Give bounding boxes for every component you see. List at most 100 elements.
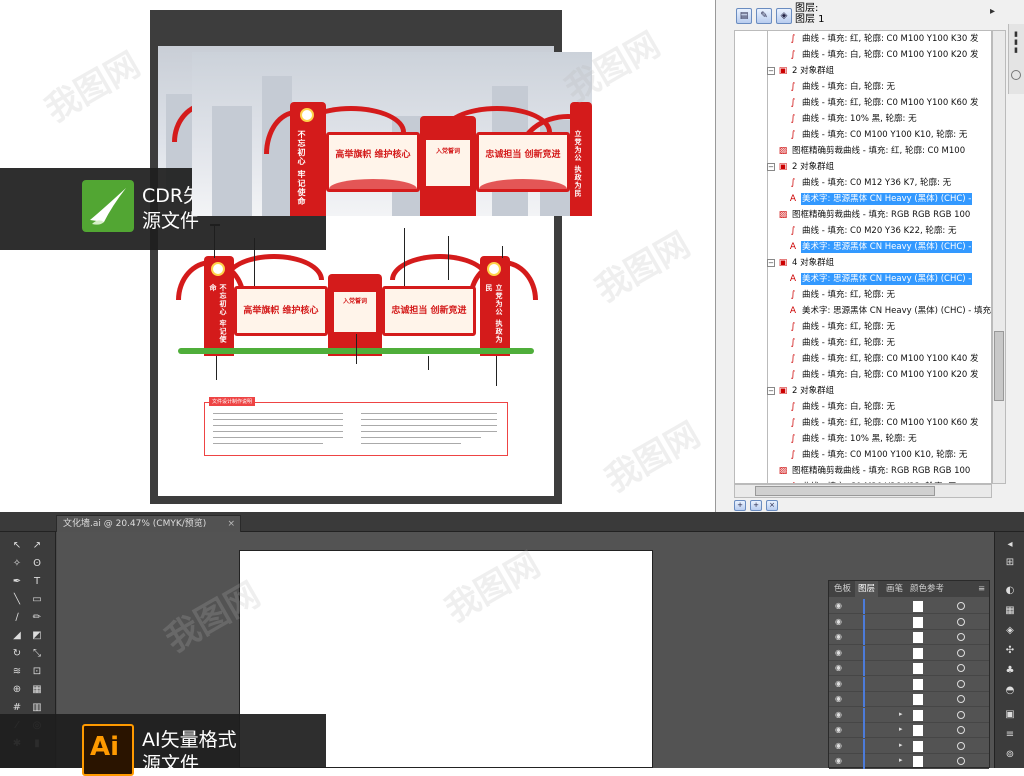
visibility-eye-icon[interactable]: ◉	[835, 663, 842, 672]
tab-brushes[interactable]: 画笔	[883, 581, 906, 597]
object-tree-row[interactable]: ∫ 曲线 - 填充: 白, 轮廓: 无	[735, 79, 991, 95]
selection-tool-icon[interactable]: ↖	[8, 538, 26, 554]
new-layer-button[interactable]: +	[734, 500, 746, 511]
expand-toggle[interactable]: −	[767, 387, 775, 395]
layer-row[interactable]: ◉ ▸	[829, 754, 989, 769]
layer-manager-view-button[interactable]: ◈	[776, 8, 792, 24]
swatches-panel-icon[interactable]: ▦	[1002, 604, 1018, 618]
shape-builder-tool-icon[interactable]: ⊕	[8, 682, 26, 698]
transform-panel-icon[interactable]: ⊞	[1002, 556, 1018, 570]
object-tree-row[interactable]: ∫ 曲线 - 填充: 红, 轮廓: 无	[735, 287, 991, 303]
visibility-eye-icon[interactable]: ◉	[835, 741, 842, 750]
object-manager-tab[interactable]: ▮▮▮	[1012, 30, 1020, 54]
close-tab-icon[interactable]: ×	[227, 516, 235, 533]
scrollbar-thumb[interactable]	[755, 486, 935, 496]
object-tree-row[interactable]: ∫ 曲线 - 填充: 白, 轮廓: 无	[735, 399, 991, 415]
direct-selection-tool-icon[interactable]: ↗	[28, 538, 46, 554]
object-tree-row[interactable]: ∫ 曲线 - 填充: 白, 轮廓: C0 M100 Y100 K20 发	[735, 47, 991, 63]
magic-wand-tool-icon[interactable]: ✧	[8, 556, 26, 572]
object-tree-row[interactable]: ∫ 曲线 - 填充: 白, 轮廓: C0 M100 Y100 K20 发	[735, 367, 991, 383]
hints-tab-icon[interactable]	[1011, 70, 1021, 80]
tab-color-guide[interactable]: 颜色参考	[907, 581, 947, 597]
object-tree-row[interactable]: ∫ 曲线 - 填充: C0 M100 Y100 K10, 轮廓: 无	[735, 127, 991, 143]
object-tree-row[interactable]: − ▣ 4 对象群组	[735, 255, 991, 271]
visibility-eye-icon[interactable]: ◉	[835, 694, 842, 703]
object-tree-row[interactable]: − ▣ 2 对象群组	[735, 159, 991, 175]
expand-toggle[interactable]: −	[767, 67, 775, 75]
scale-tool-icon[interactable]: ⤡	[28, 646, 46, 662]
layer-row[interactable]: ◉	[829, 614, 989, 630]
eraser-tool-icon[interactable]: ◩	[28, 628, 46, 644]
docker-side-tabs[interactable]: ▮▮▮	[1008, 24, 1024, 94]
object-tree-row[interactable]: ∫ 曲线 - 填充: C0 M12 Y36 K7, 轮廓: 无	[735, 175, 991, 191]
object-tree-row[interactable]: ∫ 曲线 - 填充: 红, 轮廓: 无	[735, 319, 991, 335]
visibility-eye-icon[interactable]: ◉	[835, 617, 842, 626]
graphic-styles-panel-icon[interactable]: ▣	[1002, 708, 1018, 722]
panel-menu-icon[interactable]: ≡	[975, 581, 988, 597]
layer-row[interactable]: ◉	[829, 599, 989, 614]
target-circle-icon[interactable]	[957, 757, 965, 765]
object-tree-row[interactable]: ∫ 曲线 - 填充: 红, 轮廓: C0 M100 Y100 K30 发	[735, 31, 991, 47]
layers-panel-icon[interactable]: ◈	[1002, 624, 1018, 638]
layer-row[interactable]: ◉	[829, 676, 989, 692]
expand-toggle[interactable]: −	[767, 163, 775, 171]
layer-row[interactable]: ◉ ▸	[829, 707, 989, 723]
rotate-tool-icon[interactable]: ↻	[8, 646, 26, 662]
target-circle-icon[interactable]	[957, 648, 965, 657]
ai-wall-artwork[interactable]: 不忘初心 牢记使命 高举旗帜 维护核心 入党誓词 忠诚担当 创新竞进 立党为公 …	[192, 52, 592, 216]
visibility-eye-icon[interactable]: ◉	[835, 756, 842, 765]
object-tree-row[interactable]: ∫ 曲线 - 填充: 10% 黑, 轮廓: 无	[735, 111, 991, 127]
layer-row[interactable]: ◉	[829, 692, 989, 707]
object-tree-row[interactable]: ∫ 曲线 - 填充: 红, 轮廓: C0 M100 Y100 K60 发	[735, 415, 991, 431]
delete-layer-button[interactable]: ×	[766, 500, 778, 511]
visibility-eye-icon[interactable]: ◉	[835, 632, 842, 641]
target-circle-icon[interactable]	[957, 741, 965, 750]
color-panel-icon[interactable]: ◐	[1002, 584, 1018, 598]
object-tree-row[interactable]: ∫ 曲线 - 填充: 红, 轮廓: 无	[735, 335, 991, 351]
tree-vertical-scrollbar[interactable]	[992, 30, 1006, 484]
object-tree-row[interactable]: A 美术字: 思源黑体 CN Heavy (黑体) (CHC) -	[735, 191, 991, 207]
free-transform-tool-icon[interactable]: ⊡	[28, 664, 46, 680]
visibility-eye-icon[interactable]: ◉	[835, 648, 842, 657]
layer-row[interactable]: ◉	[829, 645, 989, 661]
visibility-eye-icon[interactable]: ◉	[835, 601, 842, 610]
tree-horizontal-scrollbar[interactable]	[734, 484, 992, 498]
target-circle-icon[interactable]	[957, 695, 965, 703]
object-tree-row[interactable]: A 美术字: 思源黑体 CN Heavy (黑体) (CHC) -	[735, 271, 991, 287]
object-tree-row[interactable]: ▨ 图框精确剪裁曲线 - 填充: 红, 轮廓: C0 M100	[735, 143, 991, 159]
expand-triangle-icon[interactable]: ▸	[899, 741, 903, 749]
type-tool-icon[interactable]: T	[28, 574, 46, 590]
expand-dock-icon[interactable]: ◂	[1002, 538, 1018, 552]
expand-triangle-icon[interactable]: ▸	[899, 756, 903, 764]
target-circle-icon[interactable]	[957, 633, 965, 641]
new-master-layer-button[interactable]: +	[750, 500, 762, 511]
target-circle-icon[interactable]	[957, 664, 965, 672]
object-tree-row[interactable]: ∫ 曲线 - 填充: C0 M20 Y36 K22, 轮廓: 无	[735, 223, 991, 239]
perspective-grid-tool-icon[interactable]: ▦	[28, 682, 46, 698]
show-properties-button[interactable]: ▤	[736, 8, 752, 24]
brushes-panel-icon[interactable]: ✣	[1002, 644, 1018, 658]
expand-triangle-icon[interactable]: ▸	[899, 710, 903, 718]
expand-toggle[interactable]: −	[767, 259, 775, 267]
layer-row[interactable]: ◉	[829, 661, 989, 676]
expand-triangle-icon[interactable]: ▸	[899, 725, 903, 733]
layer-row[interactable]: ◉ ▸	[829, 723, 989, 738]
edit-across-layers-button[interactable]: ✎	[756, 8, 772, 24]
target-circle-icon[interactable]	[957, 710, 965, 719]
panel-menu-icon[interactable]: ▸	[990, 6, 995, 17]
blob-brush-tool-icon[interactable]: ◢	[8, 628, 26, 644]
rectangle-tool-icon[interactable]: ▭	[28, 592, 46, 608]
target-circle-icon[interactable]	[957, 679, 965, 688]
visibility-eye-icon[interactable]: ◉	[835, 710, 842, 719]
target-circle-icon[interactable]	[957, 617, 965, 626]
layer-row[interactable]: ◉ ▸	[829, 738, 989, 754]
appearance-panel-icon[interactable]: ◓	[1002, 684, 1018, 698]
object-tree-row[interactable]: A 美术字: 思源黑体 CN Heavy (黑体) (CHC) - 填充: 红	[735, 303, 991, 319]
layer-row[interactable]: ◉	[829, 630, 989, 645]
object-tree-row[interactable]: ∫ 曲线 - 填充: 红, 轮廓: C0 M100 Y100 K60 发	[735, 95, 991, 111]
object-tree-row[interactable]: A 美术字: 思源黑体 CN Heavy (黑体) (CHC) -	[735, 239, 991, 255]
tab-layers[interactable]: 图层	[855, 581, 879, 597]
object-tree-row[interactable]: ∫ 曲线 - 填充: C0 M100 Y100 K10, 轮廓: 无	[735, 447, 991, 463]
line-tool-icon[interactable]: ╲	[8, 592, 26, 608]
target-circle-icon[interactable]	[957, 602, 965, 610]
